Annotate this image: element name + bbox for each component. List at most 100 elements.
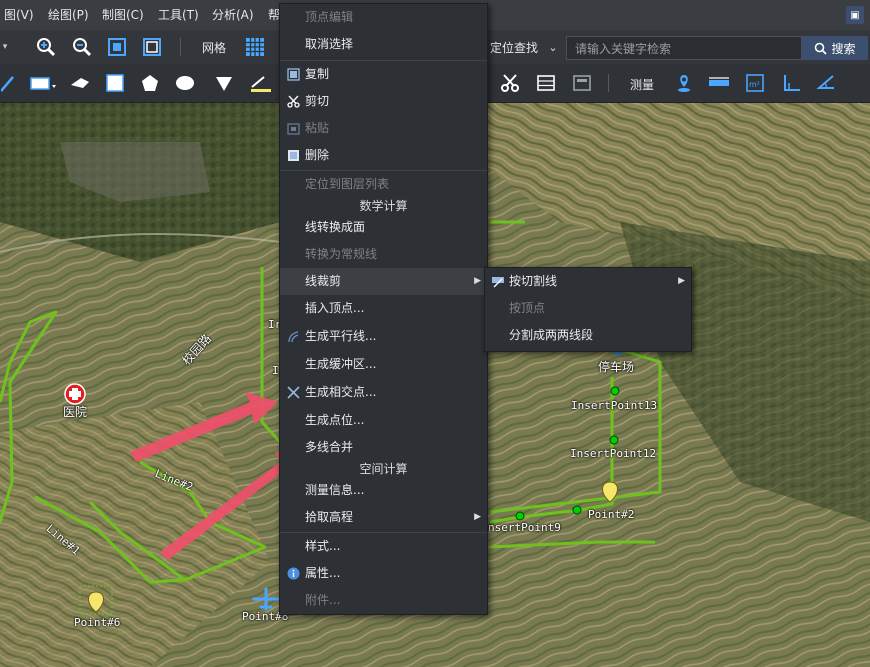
measure-area-button[interactable]: m² [743, 72, 767, 94]
menu-item-deselect[interactable]: 取消选择 [280, 31, 487, 58]
menu-item-delete[interactable]: 删除 [280, 142, 487, 169]
menu-item-buffer[interactable]: 生成缓冲区... [280, 351, 487, 378]
grid-button[interactable] [243, 36, 267, 58]
menu-item-properties[interactable]: 属性... [280, 560, 487, 587]
measure-point-button[interactable] [672, 72, 696, 94]
measure-angle-button[interactable] [814, 72, 838, 94]
menu-item-cut[interactable]: 剪切 [280, 88, 487, 115]
menu-tools[interactable]: 工具(T) [158, 0, 199, 30]
menu-analysis[interactable]: 分析(A) [212, 0, 254, 30]
menu-item-pick-elevation[interactable]: 拾取高程 ▶ [280, 504, 487, 531]
draw-ellipse-button[interactable] [173, 72, 197, 94]
full-extent-button[interactable] [105, 36, 129, 58]
menu-item-line-clip[interactable]: 线裁剪 ▶ [280, 268, 487, 295]
attribute-table-button[interactable] [534, 72, 558, 94]
menu-draw[interactable]: 绘图(P) [48, 0, 89, 30]
submenu-item-by-cut-line[interactable]: 按切割线 ▶ [485, 268, 691, 295]
draw-sector-button[interactable] [212, 72, 236, 94]
measure-distance-button[interactable] [707, 72, 731, 94]
toolbar-dropdown-button[interactable]: ▾ [0, 38, 10, 56]
menu-view[interactable]: 图(V) [4, 0, 34, 30]
submenu-arrow-icon: ▶ [474, 512, 481, 522]
submenu-arrow-icon: ▶ [678, 276, 685, 286]
delete-icon [288, 150, 299, 161]
menu-item-generate-points[interactable]: 生成点位... [280, 407, 487, 434]
scissors-button[interactable] [498, 72, 522, 94]
sector-icon [216, 77, 232, 91]
menu-item-line-to-polygon[interactable]: 线转换成面 [280, 214, 487, 241]
search-box [566, 36, 802, 61]
layer-panel-button[interactable] [570, 72, 594, 94]
search-input[interactable] [573, 37, 797, 61]
menu-item-merge-lines[interactable]: 多线合并 [280, 434, 487, 461]
menu-item-locate-layer-list[interactable]: 定位到图层列表 [280, 171, 487, 198]
menu-item-label: 插入顶点... [305, 301, 365, 315]
intersect-icon [287, 386, 300, 399]
fit-window-button[interactable] [140, 36, 164, 58]
draw-polygon-button[interactable] [138, 72, 162, 94]
menu-item-label: 生成相交点... [305, 385, 377, 399]
toolbar-separator [608, 74, 609, 92]
zoom-out-button[interactable] [70, 36, 94, 58]
draw-square-button[interactable] [103, 72, 127, 94]
paste-icon [287, 123, 300, 135]
angle-icon [816, 75, 834, 89]
menu-item-label: 生成点位... [305, 413, 365, 427]
menu-item-label: 生成缓冲区... [305, 357, 377, 371]
measure-label[interactable]: 测量 [630, 76, 654, 93]
cut-line-icon [492, 277, 504, 288]
menu-item-paste[interactable]: 粘贴 [280, 115, 487, 142]
chevron-down-icon: ▾ [2, 42, 8, 52]
line-icon [1, 76, 14, 92]
submenu-item-split-pairs[interactable]: 分割成两两线段 [485, 322, 691, 349]
menu-item-convert-regular-line[interactable]: 转换为常规线 [280, 241, 487, 268]
menu-item-vertex-edit[interactable]: 顶点编辑 [280, 4, 487, 31]
arrow-shape-icon [71, 78, 89, 88]
rectangle-outline-icon [30, 77, 56, 90]
menu-item-label: 多线合并 [305, 440, 354, 454]
menu-item-copy[interactable]: 复制 [280, 61, 487, 88]
menu-item-label: 线转换成面 [305, 220, 366, 234]
scissors-icon [287, 95, 300, 108]
menubar-icon-button[interactable]: ▣ [846, 6, 864, 24]
menu-item-style[interactable]: 样式... [280, 533, 487, 560]
pen-style-icon [251, 76, 271, 92]
draw-arrow-button[interactable] [68, 72, 92, 94]
menu-item-label: 附件... [305, 593, 341, 607]
locate-search-label[interactable]: 定位查找 [490, 39, 538, 56]
map-label-hospital: 医院 [63, 405, 88, 419]
ruler-icon [709, 77, 729, 86]
grid-label[interactable]: 网格 [202, 39, 226, 56]
menu-item-insert-vertex[interactable]: 插入顶点... [280, 295, 487, 322]
map-label-point2: Point#2 [588, 508, 635, 521]
grid-icon [246, 38, 264, 56]
location-pin-icon [678, 75, 690, 92]
map-label-insertpoint13: InsertPoint13 [571, 399, 658, 412]
square-icon [106, 74, 124, 92]
fit-window-icon [143, 38, 161, 56]
draw-rectangle-dropdown-button[interactable] [28, 72, 60, 94]
gis-app-window: Point#6 Point#8 Point#2 Line#1 Line#2 In… [0, 0, 870, 667]
menu-item-label: 定位到图层列表 [305, 177, 390, 191]
menu-item-intersect-points[interactable]: 生成相交点... [280, 379, 487, 406]
menu-item-label: 按顶点 [509, 301, 546, 315]
pentagon-icon [142, 75, 158, 91]
search-button[interactable]: 搜索 [802, 36, 868, 60]
menu-item-label: 按切割线 [509, 274, 558, 288]
draw-line-button[interactable] [0, 72, 16, 94]
menu-item-parallel-line[interactable]: 生成平行线... [280, 323, 487, 350]
scissors-icon [501, 74, 519, 92]
submenu-item-by-vertex[interactable]: 按顶点 [485, 295, 691, 322]
menu-item-label: 转换为常规线 [305, 247, 378, 261]
locate-dropdown-button[interactable]: ⌄ [546, 38, 560, 56]
search-button-label: 搜索 [831, 41, 856, 56]
menu-cartography[interactable]: 制图(C) [102, 0, 144, 30]
draw-style-button[interactable] [248, 72, 274, 94]
zoom-in-button[interactable] [34, 36, 58, 58]
menu-item-label: 顶点编辑 [305, 10, 354, 24]
zoom-out-icon [73, 38, 92, 57]
measure-height-button[interactable] [780, 72, 804, 94]
menu-item-attachments[interactable]: 附件... [280, 587, 487, 614]
menu-item-label: 拾取高程 [305, 510, 354, 524]
menu-item-measure-info[interactable]: 测量信息... [280, 477, 487, 504]
